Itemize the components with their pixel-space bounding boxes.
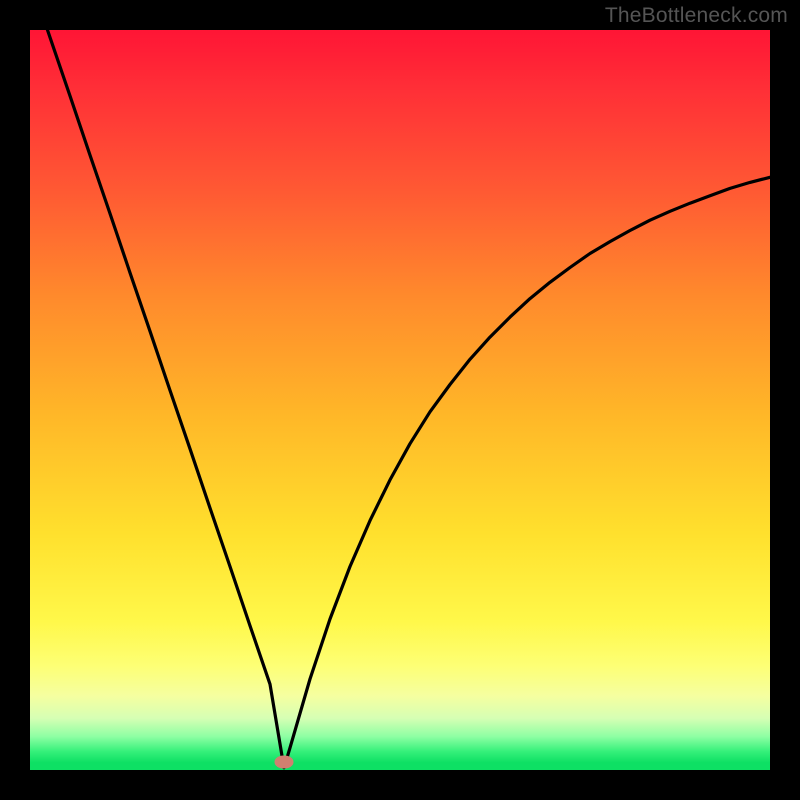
optimum-marker bbox=[275, 756, 294, 769]
chart-frame: TheBottleneck.com bbox=[0, 0, 800, 800]
watermark-text: TheBottleneck.com bbox=[605, 4, 788, 28]
plot-area bbox=[30, 30, 770, 770]
bottleneck-curve bbox=[30, 30, 770, 770]
